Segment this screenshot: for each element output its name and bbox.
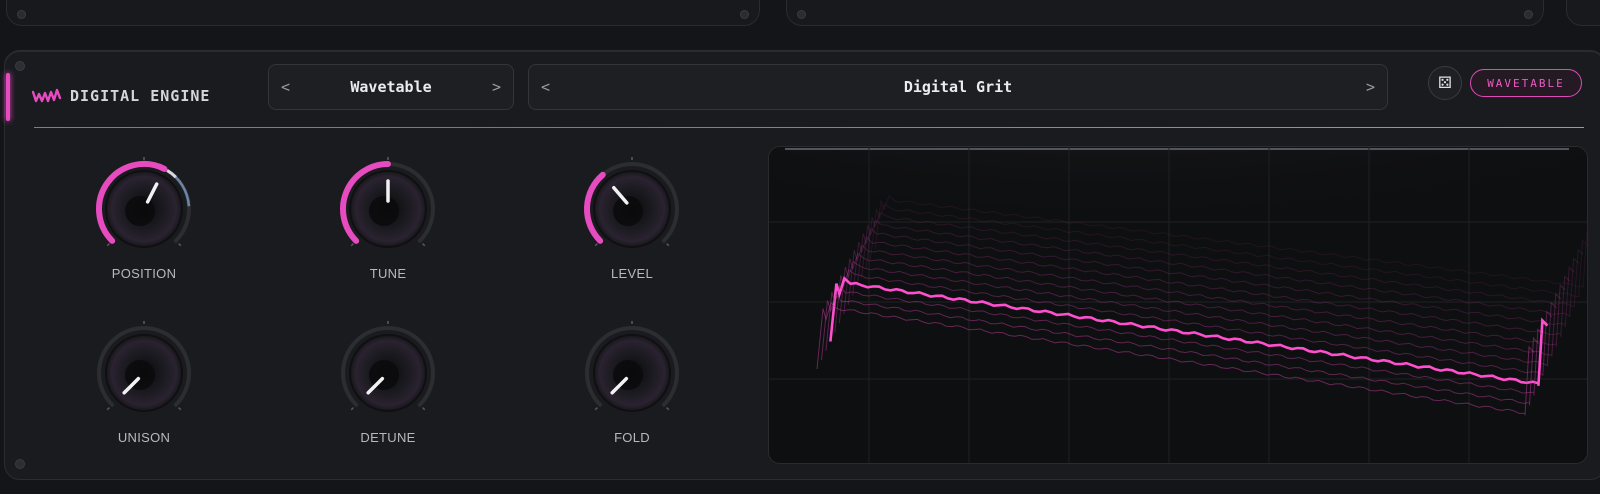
- position-knob[interactable]: POSITION: [84, 154, 204, 304]
- detune-knob[interactable]: DETUNE: [328, 318, 448, 468]
- fold-knob-label: FOLD: [614, 430, 650, 445]
- engine-header: DIGITAL ENGINE: [31, 86, 211, 106]
- preset-prev-button[interactable]: <: [529, 78, 562, 96]
- tune-knob[interactable]: TUNE: [328, 154, 448, 304]
- knob-tick: [106, 407, 110, 411]
- mode-badge-label: WAVETABLE: [1487, 76, 1565, 90]
- position-knob-dial[interactable]: [84, 154, 204, 264]
- engine-active-indicator: [6, 73, 10, 121]
- engine-type-value: Wavetable: [350, 78, 432, 96]
- knob-tick: [350, 407, 354, 411]
- randomize-button[interactable]: ⚄: [1428, 66, 1462, 100]
- type-next-button[interactable]: >: [480, 78, 513, 96]
- upper-panel-center: [786, 0, 1544, 26]
- unison-knob[interactable]: UNISON: [84, 318, 204, 468]
- position-knob-label: POSITION: [111, 266, 177, 281]
- knob-tick: [178, 243, 182, 247]
- engine-title: DIGITAL ENGINE: [70, 87, 211, 105]
- upper-panel-left: [6, 0, 760, 26]
- mode-badge[interactable]: WAVETABLE: [1470, 69, 1582, 97]
- knob-tick: [594, 407, 598, 411]
- knob-center: [125, 196, 155, 226]
- wavetable-display[interactable]: [768, 146, 1588, 464]
- knob-tick: [666, 243, 670, 247]
- fold-knob[interactable]: FOLD: [572, 318, 692, 468]
- knob-tick: [178, 407, 182, 411]
- knob-tick: [422, 243, 426, 247]
- detune-knob-dial[interactable]: [328, 318, 448, 428]
- level-knob[interactable]: LEVEL: [572, 154, 692, 304]
- knob-tick: [350, 243, 354, 247]
- knob-tick: [106, 243, 110, 247]
- tune-knob-label: TUNE: [369, 266, 407, 281]
- fold-knob-dial[interactable]: [572, 318, 692, 428]
- waveform-icon: [31, 86, 62, 106]
- unison-knob-label: UNISON: [117, 430, 171, 445]
- level-knob-dial[interactable]: [572, 154, 692, 264]
- wavetable-visualization: [769, 147, 1587, 463]
- detune-knob-label: DETUNE: [360, 430, 416, 445]
- knob-tick: [422, 407, 426, 411]
- knob-center: [613, 196, 643, 226]
- knob-tick: [594, 243, 598, 247]
- preset-name: Digital Grit: [903, 78, 1013, 96]
- knob-center: [369, 196, 399, 226]
- knob-tick: [666, 407, 670, 411]
- engine-type-selector[interactable]: < Wavetable >: [268, 64, 514, 110]
- preset-next-button[interactable]: >: [1354, 78, 1387, 96]
- preset-selector[interactable]: < Digital Grit >: [528, 64, 1388, 110]
- tune-knob-dial[interactable]: [328, 154, 448, 264]
- dice-icon: ⚄: [1438, 75, 1452, 92]
- header-divider: [34, 127, 1584, 128]
- upper-panel-right: [1566, 0, 1600, 26]
- level-knob-label: LEVEL: [611, 266, 653, 281]
- unison-knob-dial[interactable]: [84, 318, 204, 428]
- type-prev-button[interactable]: <: [269, 78, 302, 96]
